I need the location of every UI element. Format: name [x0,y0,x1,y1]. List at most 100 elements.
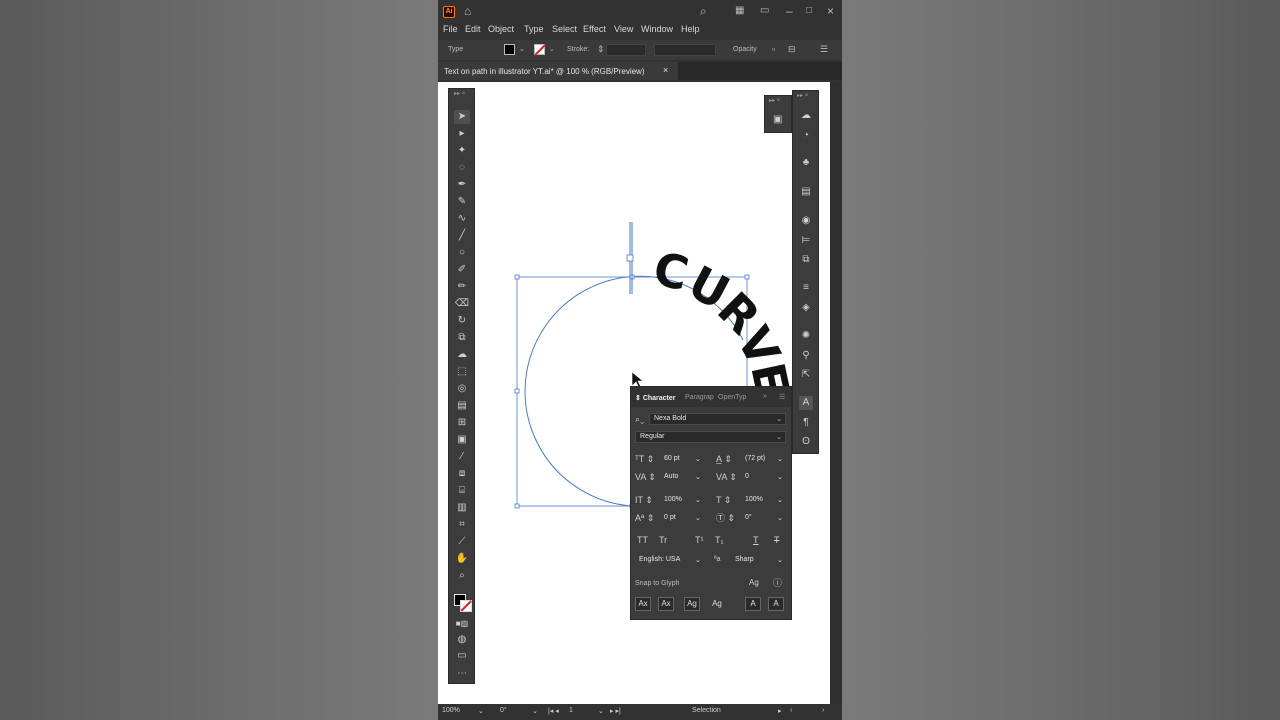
color-guide-icon[interactable]: ◔ [799,129,813,143]
align-panel-icon[interactable]: ⊨ [799,234,813,248]
libraries-icon[interactable]: ☁ [799,109,813,123]
asset-export-icon[interactable]: ⇱ [799,368,813,382]
transform-icon[interactable]: ▫ [772,44,775,54]
gradient-icon[interactable]: ▤ [799,185,813,199]
appearance-icon[interactable]: ◉ [799,214,813,228]
home-icon[interactable]: ⌂ [464,4,471,18]
lasso-tool-icon[interactable]: ◌ [454,161,470,175]
minimize-icon[interactable]: – [786,4,793,18]
pen-tool-icon[interactable]: ✒ [454,178,470,192]
perspective-grid-tool-icon[interactable]: ▤ [454,399,470,413]
snap-angular-button[interactable]: A [745,597,761,611]
language-value[interactable]: English: USA [639,556,680,563]
kerning-value[interactable]: Auto [664,473,678,480]
stroke-weight-field[interactable] [606,44,646,56]
color-mode-icon[interactable]: ■▨ [454,617,470,631]
menu-select[interactable]: Select [552,24,577,34]
direct-selection-tool-icon[interactable]: ▸ [454,127,470,141]
baseline-shift-value[interactable]: 0 pt [664,514,676,521]
font-size-value[interactable]: 60 pt [664,455,680,462]
control-menu-icon[interactable]: ☰ [820,44,828,55]
properties-icon[interactable]: ≡ [799,281,813,295]
hand-tool-icon[interactable]: ✋ [454,552,470,566]
curvature-tool-icon[interactable]: ✎ [454,195,470,209]
pencil-tool-icon[interactable]: ✏ [454,280,470,294]
align-icon[interactable]: ⊟ [788,44,796,55]
eyedropper-tool-icon[interactable]: ⁄ [454,450,470,464]
menu-object[interactable]: Object [488,24,514,34]
chevron-down-icon[interactable]: ⌄ [777,514,783,522]
blend-tool-icon[interactable]: ⧈ [454,467,470,481]
chevron-down-icon[interactable]: ⌄ [695,514,701,522]
warp-tool-icon[interactable]: ☁ [454,348,470,362]
graph-tool-icon[interactable]: ▥ [454,501,470,515]
info-icon[interactable]: ⓘ [773,578,782,588]
superscript-button[interactable]: T¹ [695,535,704,545]
paintbrush-tool-icon[interactable]: ✐ [454,263,470,277]
chevron-down-icon[interactable]: ⌄ [532,707,538,715]
panel-grip-icon[interactable]: ▸▸ × [769,97,780,104]
toolbar-stroke-swatch[interactable] [460,600,472,612]
tab-paragraph[interactable]: Paragrap [685,394,714,401]
magic-wand-tool-icon[interactable]: ✦ [454,144,470,158]
ellipse-tool-icon[interactable]: ○ [454,246,470,260]
chevron-down-icon[interactable]: ⌄ [777,496,783,504]
menu-file[interactable]: File [443,24,458,34]
menu-edit[interactable]: Edit [465,24,481,34]
menu-view[interactable]: View [614,24,633,34]
chevron-down-icon[interactable]: ⌄ [777,455,783,463]
symbols-icon[interactable]: ♣ [799,156,813,170]
glyph-options-icon[interactable]: Ag [749,578,759,588]
horizontal-scale-value[interactable]: 100% [745,496,763,503]
chevron-down-icon[interactable]: ⌄ [695,473,701,481]
snap-baseline-button[interactable]: Ax [635,597,651,611]
variable-width-field[interactable] [654,44,716,56]
next-artboard-icon[interactable]: ▸ ▸| [610,707,621,715]
chevron-down-icon[interactable]: ⌄ [695,556,701,564]
layers-icon[interactable]: ◈ [799,301,813,315]
vertical-scrollbar[interactable] [830,82,842,704]
all-caps-button[interactable]: TT [637,535,648,545]
strikethrough-button[interactable]: T [774,535,780,545]
stroke-stepper-icon[interactable]: ⇕ [597,44,605,55]
opacity-label[interactable]: Opacity [733,46,757,53]
edit-toolbar-icon[interactable]: ⋯ [454,667,470,681]
chevron-down-icon[interactable]: ⌄ [695,455,701,463]
close-document-icon[interactable]: × [663,65,668,75]
panel-grip-icon[interactable]: ▸▸ × [454,90,465,97]
symbol-sprayer-tool-icon[interactable]: ⌸ [454,484,470,498]
line-tool-icon[interactable]: ╱ [454,229,470,243]
vertical-scale-value[interactable]: 100% [664,496,682,503]
rotation-level[interactable]: 0° [500,707,507,714]
slice-tool-icon[interactable]: ⟋ [454,535,470,549]
free-transform-tool-icon[interactable]: ⬚ [454,365,470,379]
zoom-tool-icon[interactable]: ⌕ [454,569,470,583]
stroke-swatch[interactable] [534,44,545,55]
fill-dropdown-icon[interactable]: ⌄ [519,45,525,53]
scale-tool-icon[interactable]: ⧉ [454,331,470,345]
snap-anchor-button[interactable]: A [768,597,784,611]
snap-glyph-bounds-button[interactable]: Ag [684,597,700,611]
paragraph-panel-icon[interactable]: ¶ [799,416,813,430]
snap-proximity-button[interactable]: Ag [709,597,725,611]
chevron-down-icon[interactable]: ⌄ [777,473,783,481]
chevron-down-icon[interactable]: ⌄ [598,707,604,715]
tab-character[interactable]: ⇕ Character [635,394,676,402]
artboard-tool-icon[interactable]: ⌗ [454,518,470,532]
font-search-icon[interactable]: ⌕⌄ [635,414,644,424]
panel-menu-icon[interactable]: ☰ [779,393,785,401]
chevron-down-icon[interactable]: ⌄ [777,556,783,564]
close-window-icon[interactable]: × [827,4,834,18]
character-panel-icon[interactable]: A [799,396,813,410]
shape-builder-tool-icon[interactable]: ◎ [454,382,470,396]
stroke-dropdown-icon[interactable]: ⌄ [549,45,555,53]
menu-effect[interactable]: Effect [583,24,606,34]
draw-mode-icon[interactable]: ◍ [454,633,470,647]
rotation-value[interactable]: 0° [745,514,752,521]
subscript-button[interactable]: T₁ [715,535,724,545]
rotate-tool-icon[interactable]: ↻ [454,314,470,328]
tab-opentype[interactable]: OpenTyp [718,394,746,401]
snap-x-height-button[interactable]: Ax [658,597,674,611]
puppet-warp-icon[interactable]: ⚲ [799,349,813,363]
workspace-grid-icon[interactable]: ▦ [735,4,744,18]
